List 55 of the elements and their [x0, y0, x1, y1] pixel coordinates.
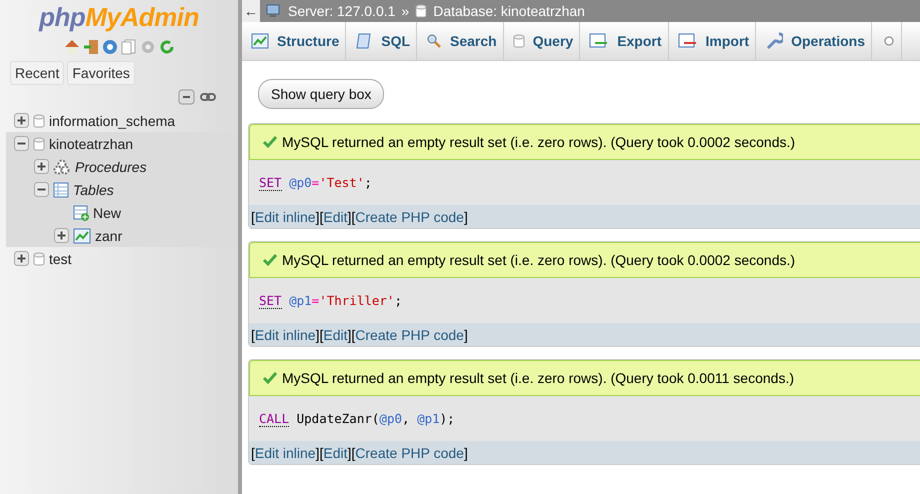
- sidebar-tab[interactable]: Recent: [10, 61, 64, 85]
- bracket: ]: [348, 208, 352, 224]
- tab[interactable]: Export: [580, 22, 669, 60]
- bracket: ]: [316, 444, 320, 460]
- tab[interactable]: Search: [417, 22, 504, 60]
- server-link[interactable]: Server: 127.0.0.1: [288, 3, 396, 19]
- tree-item[interactable]: test: [49, 250, 72, 266]
- message-text: MySQL returned an empty result set (i.e. zero rows). (Query took 0.0002 seconds.): [282, 252, 796, 268]
- action-link[interactable]: Edit: [323, 326, 348, 342]
- tree-item[interactable]: information_schema: [49, 112, 176, 128]
- sql-code: CALL UpdateZanr(@p0, @p1);: [249, 396, 920, 441]
- bracket: [: [319, 326, 324, 342]
- bracket: ]: [464, 444, 468, 460]
- message-text: MySQL returned an empty result set (i.e. zero rows). (Query took 0.0002 seconds.): [282, 134, 796, 150]
- bracket: ]: [348, 444, 352, 460]
- tab[interactable]: Import: [668, 22, 756, 60]
- tree-item[interactable]: zanr: [95, 228, 122, 244]
- tab[interactable]: Structure: [242, 22, 346, 60]
- action-link[interactable]: Edit inline: [254, 208, 316, 224]
- sidebar-tab[interactable]: Favorites: [67, 61, 135, 85]
- bracket: ]: [464, 326, 468, 342]
- action-link[interactable]: Create PHP code: [355, 326, 464, 342]
- sql-code: SET @p1='Thriller';: [249, 278, 920, 323]
- bracket: [: [251, 326, 255, 342]
- sql-code: SET @p0='Test';: [249, 160, 920, 205]
- bracket: ]: [348, 326, 352, 342]
- bracket: ]: [464, 208, 468, 224]
- bracket: [: [251, 444, 255, 460]
- action-link[interactable]: Create PHP code: [355, 208, 464, 224]
- tab[interactable]: SQL: [346, 22, 418, 60]
- action-link[interactable]: Create PHP code: [355, 444, 464, 460]
- tree-item[interactable]: Procedures: [75, 158, 147, 174]
- bracket: [: [351, 208, 356, 224]
- logo: phpMyAdmin: [38, 1, 200, 33]
- bracket: ]: [316, 208, 320, 224]
- database-link[interactable]: Database: kinoteatrzhan: [433, 3, 585, 19]
- tree-item[interactable]: Tables: [73, 182, 114, 198]
- separator: »: [401, 3, 410, 19]
- tab[interactable]: Query: [504, 22, 580, 60]
- bracket: [: [251, 208, 255, 224]
- action-link[interactable]: Edit: [323, 208, 348, 224]
- action-link[interactable]: Edit inline: [254, 326, 316, 342]
- tab[interactable]: Operations: [756, 22, 872, 60]
- bracket: [: [351, 326, 356, 342]
- bracket: [: [319, 208, 324, 224]
- bracket: ]: [316, 326, 320, 342]
- tree-item[interactable]: New: [93, 204, 122, 220]
- message-text: MySQL returned an empty result set (i.e. zero rows). (Query took 0.0011 seconds.): [282, 370, 794, 386]
- tree-item[interactable]: kinoteatrzhan: [49, 136, 134, 152]
- bracket: [: [351, 444, 356, 460]
- show-query-box-button[interactable]: Show query box: [258, 79, 384, 109]
- bracket: [: [319, 444, 324, 460]
- action-link[interactable]: Edit: [323, 444, 348, 460]
- action-link[interactable]: Edit inline: [254, 444, 316, 460]
- back-button[interactable]: ←: [242, 0, 260, 22]
